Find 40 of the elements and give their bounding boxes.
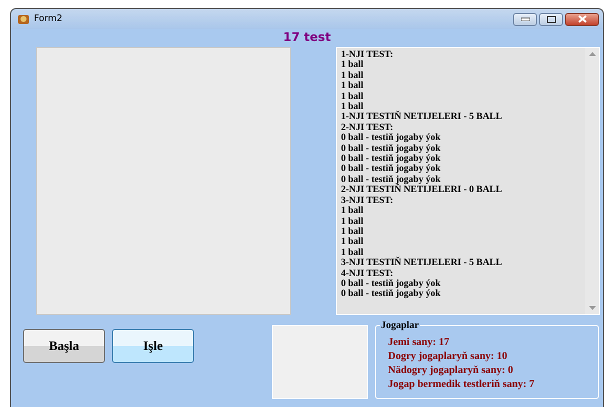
summary-line: Dogry jogaplaryň sany: 10	[388, 350, 508, 364]
list-item: 0 ball - testiň jogaby ýok	[341, 164, 442, 175]
list-item: 1 ball	[341, 92, 364, 102]
list-item: 1 ball	[341, 60, 364, 71]
list-item: 3-NJI TEST:	[341, 196, 394, 206]
list-item: 1 ball	[341, 102, 364, 112]
list-item: 3-NJI TESTIŇ NETIJELERI - 5 BALL	[341, 258, 504, 269]
list-item: 0 ball - testiň jogaby ýok	[341, 133, 442, 144]
list-item: 2-NJI TEST:	[341, 122, 394, 133]
close-button[interactable]	[565, 12, 599, 26]
maximize-button[interactable]	[539, 12, 563, 26]
list-item: 0 ball - testiň jogaby ýok	[341, 154, 442, 164]
list-item: 0 ball - testiň jogaby ýok	[341, 289, 442, 300]
list-item: 2-NJI TESTIŇ NETIJELERI - 0 BALL	[341, 185, 504, 196]
close-icon	[578, 15, 586, 23]
list-item: 1 ball	[341, 226, 364, 237]
list-item: 1-NJI TESTIŇ NETIJELERI - 5 BALL	[341, 112, 504, 123]
list-item: 0 ball - testiň jogaby ýok	[341, 278, 442, 290]
summary-line: Nädogry jogaplaryň sany: 0	[388, 364, 514, 378]
list-item: 1 ball	[341, 70, 364, 81]
list-item: 1 ball	[341, 81, 364, 92]
group-title: Jogaplar	[380, 320, 420, 331]
minimize-icon	[520, 17, 530, 21]
summary-line: Jogap bermedik testleriň sany: 7	[388, 378, 536, 392]
app-icon	[17, 13, 30, 25]
list-item: 4-NJI TEST:	[341, 268, 394, 279]
action-button[interactable]: Işle	[112, 329, 194, 363]
list-item: 0 ball - testiň jogaby ýok	[341, 144, 442, 154]
minimize-button[interactable]	[513, 12, 537, 26]
list-item: 1-NJI TEST:	[341, 50, 394, 60]
list-item: 1 ball	[341, 216, 364, 227]
summary-line: Jemi sany: 17	[388, 336, 450, 350]
list-item: 1 ball	[341, 206, 364, 216]
window-title: Form2	[34, 14, 64, 24]
maximize-icon	[546, 16, 556, 22]
heading: 17 test	[283, 30, 331, 44]
action-button[interactable]: Başla	[23, 329, 105, 363]
list-item: 1 ball	[341, 248, 364, 258]
list-item: 1 ball	[341, 237, 364, 248]
list-item: 0 ball - testiň jogaby ýok	[341, 174, 442, 185]
